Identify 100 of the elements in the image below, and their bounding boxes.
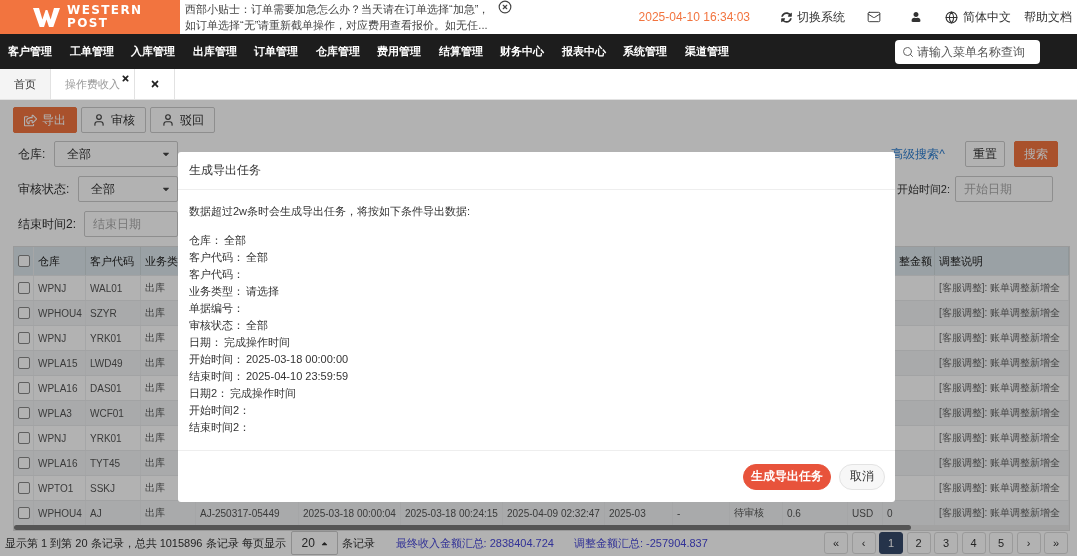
- condition-label: 业务类型：: [189, 284, 244, 299]
- page-button[interactable]: »: [1044, 532, 1068, 554]
- checkbox[interactable]: [17, 255, 30, 267]
- page-size-select[interactable]: 20: [290, 531, 338, 555]
- table-cell: 出库: [145, 406, 165, 420]
- table-cell: YRK01: [90, 432, 122, 444]
- page-button[interactable]: ›: [1016, 532, 1041, 554]
- user-icon[interactable]: [911, 12, 921, 22]
- total-text: 最终收入金额汇总: 2838404.724: [395, 535, 554, 551]
- field-label: 仓库:: [17, 145, 46, 163]
- help-link[interactable]: 帮助文档: [1024, 9, 1072, 25]
- table-cell: WPHOU4: [38, 507, 82, 519]
- table-cell: WPTO1: [38, 482, 74, 494]
- condition-label: 开始时间2：: [189, 403, 251, 418]
- table-cell: [客服调整]: 账单调整新增全: [939, 356, 1061, 370]
- page-button[interactable]: 5: [989, 532, 1013, 554]
- table-cell: [客服调整]: 账单调整新增全: [939, 306, 1061, 320]
- table-cell: 出库: [145, 331, 165, 345]
- box-arrow-icon: [24, 113, 37, 127]
- toolbar-button[interactable]: 驳回: [150, 107, 215, 133]
- record-summary: 显示第 1 到第 20 条记录，总共 1015896 条记录 每页显示: [5, 535, 286, 551]
- condition-value: 全部: [246, 250, 268, 265]
- table-cell: WPHOU4: [38, 307, 82, 319]
- toolbar-button[interactable]: 审核: [81, 107, 146, 133]
- nav-item[interactable]: 费用管理: [377, 44, 421, 59]
- nav-item[interactable]: 工单管理: [69, 44, 114, 59]
- table-cell: 出库: [145, 281, 165, 295]
- notice-text: 西部小贴士：订单需要加急怎么办？当天请在订单选择“加急”，: [185, 2, 490, 17]
- nav-item[interactable]: 系统管理: [623, 44, 667, 59]
- warehouse-select[interactable]: 全部: [54, 141, 179, 167]
- checkbox[interactable]: [17, 482, 30, 494]
- status-select[interactable]: 全部: [78, 176, 179, 202]
- tab[interactable]: 首页: [0, 69, 51, 99]
- checkbox[interactable]: [17, 357, 30, 369]
- condition-label: 客户代码：: [189, 250, 244, 265]
- page-button[interactable]: 4: [961, 532, 986, 554]
- page-button[interactable]: ‹: [851, 532, 876, 554]
- nav-item[interactable]: 订单管理: [254, 44, 298, 59]
- table-cell: 2025-03-18 00:00:04: [303, 507, 396, 519]
- page-button[interactable]: «: [824, 532, 848, 554]
- close-icon[interactable]: [121, 74, 130, 83]
- nav-item[interactable]: 客户管理: [8, 44, 52, 59]
- table-cell: WPLA16: [38, 382, 78, 394]
- condition-value: 2025-04-10 23:59:59: [246, 369, 349, 384]
- confirm-button[interactable]: 生成导出任务: [743, 463, 831, 490]
- checkbox[interactable]: [17, 282, 30, 294]
- nav-item[interactable]: 结算管理: [438, 44, 483, 59]
- cancel-button[interactable]: 取消: [839, 463, 885, 490]
- globe-icon: [945, 10, 958, 24]
- dialog-intro: 数据超过2w条时会生成导出任务，将按如下条件导出数据:: [189, 204, 471, 218]
- language-button[interactable]: 简体中文: [945, 9, 1011, 25]
- table-cell: WPLA15: [38, 357, 78, 369]
- table-cell: WCF01: [90, 407, 124, 419]
- table-cell: WAL01: [90, 282, 123, 294]
- table-cell: [客服调整]: 账单调整新增全: [939, 381, 1061, 395]
- table-cell: 出库: [145, 481, 165, 495]
- table-cell: WPNJ: [38, 432, 67, 444]
- dialog-title: 生成导出任务: [189, 162, 261, 179]
- checkbox[interactable]: [17, 407, 30, 419]
- search-field[interactable]: 请输入菜单名称查询: [895, 39, 1040, 64]
- search-icon: [902, 45, 914, 58]
- column-header: 整金额: [899, 253, 932, 269]
- table-cell: WPNJ: [38, 332, 67, 344]
- page-button[interactable]: 2: [906, 532, 931, 554]
- refresh-icon: [781, 11, 792, 23]
- condition-label: 结束时间2：: [189, 420, 251, 435]
- checkbox[interactable]: [17, 507, 30, 519]
- condition-value: 全部: [246, 318, 268, 333]
- close-icon[interactable]: [498, 0, 513, 14]
- checkbox[interactable]: [17, 432, 30, 444]
- nav-item[interactable]: 入库管理: [131, 44, 175, 59]
- column-header: 业务类: [145, 253, 178, 269]
- page-button[interactable]: 3: [934, 532, 958, 554]
- checkbox[interactable]: [17, 457, 30, 469]
- nav-item[interactable]: 出库管理: [192, 44, 237, 59]
- table-cell: [客服调整]: 账单调整新增全: [939, 456, 1061, 470]
- nav-item[interactable]: 渠道管理: [684, 44, 729, 59]
- reset-button[interactable]: 重置: [965, 141, 1005, 167]
- table-cell: -: [677, 507, 681, 519]
- table-cell: YRK01: [90, 332, 122, 344]
- nav-item[interactable]: 仓库管理: [315, 44, 360, 59]
- table-cell: 0.6: [787, 507, 801, 519]
- checkbox[interactable]: [17, 332, 30, 344]
- table-cell: AJ-250317-05449: [200, 507, 280, 519]
- table-cell: 2025-03-18 00:24:15: [405, 507, 498, 519]
- field-label: 开始时间2:: [896, 181, 950, 197]
- nav-item[interactable]: 报表中心: [561, 44, 606, 59]
- table-cell: DAS01: [90, 382, 122, 394]
- switch-system-button[interactable]: 切换系统: [781, 9, 845, 25]
- checkbox[interactable]: [17, 382, 30, 394]
- page-button[interactable]: 1: [879, 532, 903, 554]
- table-row[interactable]: WPHOU4 AJ 出库 AJ-250317-05449 2025-03-18 00:00:04 2025-03-18 00:24:15 2025-04-09 02:32:47 2025-03 - 待审核 0.6 USD 0 [客服调整]: 账单调整新增全: [14, 500, 1069, 525]
- date-field[interactable]: 开始日期: [955, 176, 1053, 202]
- mail-icon[interactable]: [867, 10, 881, 24]
- nav-item[interactable]: 财务中心: [500, 44, 544, 59]
- condition-label: 仓库：: [189, 233, 222, 248]
- table-cell: [客服调整]: 账单调整新增全: [939, 406, 1061, 420]
- checkbox[interactable]: [17, 307, 30, 319]
- column-header: 仓库: [38, 253, 60, 269]
- table-cell: [客服调整]: 账单调整新增全: [939, 481, 1061, 495]
